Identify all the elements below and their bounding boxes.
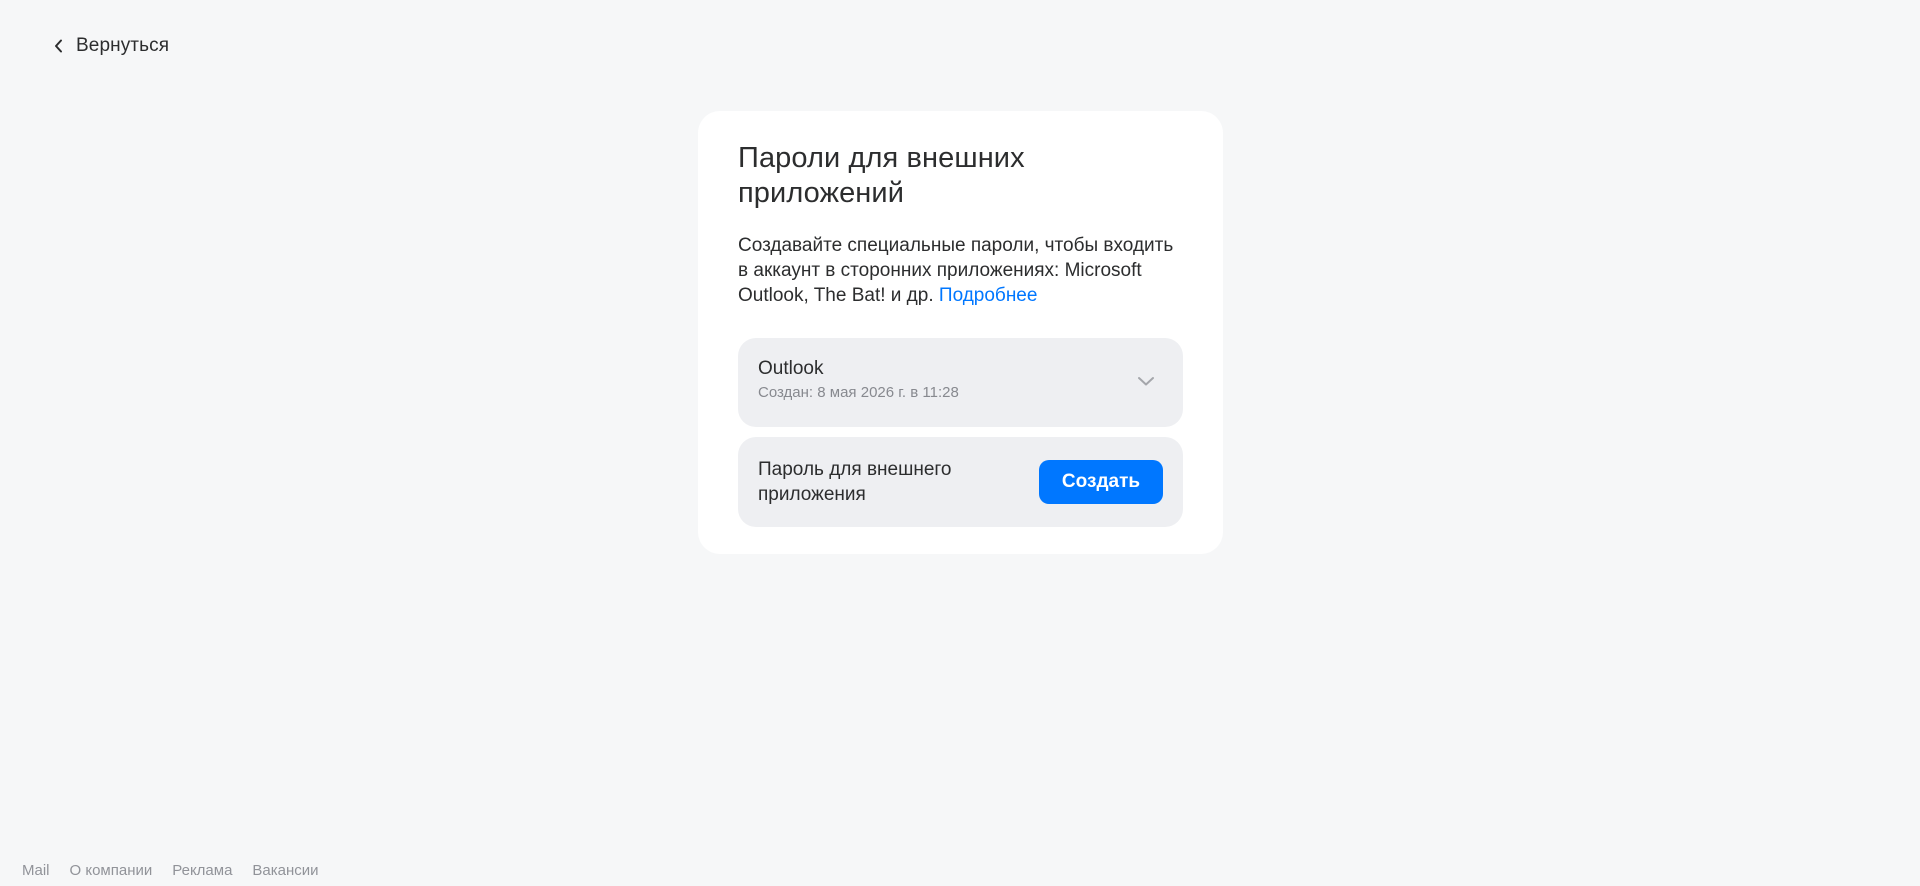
password-item-created: Создан: 8 мая 2026 г. в 11:28 [758,384,959,401]
chevron-left-icon [54,39,64,53]
footer-link-mail[interactable]: Mail [22,862,50,879]
footer: Mail О компании Реклама Вакансии [22,862,319,879]
password-item-name: Outlook [758,358,824,379]
create-password-label: Пароль для внешнего приложения [758,459,952,505]
create-button[interactable]: Создать [1039,460,1163,504]
more-link[interactable]: Подробнее [939,285,1038,306]
page-title: Пароли для внешних приложений [738,142,1025,209]
create-password-row: Пароль для внешнего приложения Создать [738,437,1183,527]
password-item-outlook[interactable]: Outlook Создан: 8 мая 2026 г. в 11:28 [738,338,1183,427]
back-link[interactable]: Вернуться [54,33,169,59]
back-label: Вернуться [76,35,170,56]
description: Создавайте специальные пароли, чтобы вхо… [738,233,1183,308]
chevron-down-icon[interactable] [1137,374,1155,392]
footer-link-jobs[interactable]: Вакансии [252,862,318,879]
footer-link-ads[interactable]: Реклама [172,862,232,879]
footer-link-company[interactable]: О компании [70,862,153,879]
app-passwords-card: Пароли для внешних приложений Создавайте… [698,111,1223,554]
